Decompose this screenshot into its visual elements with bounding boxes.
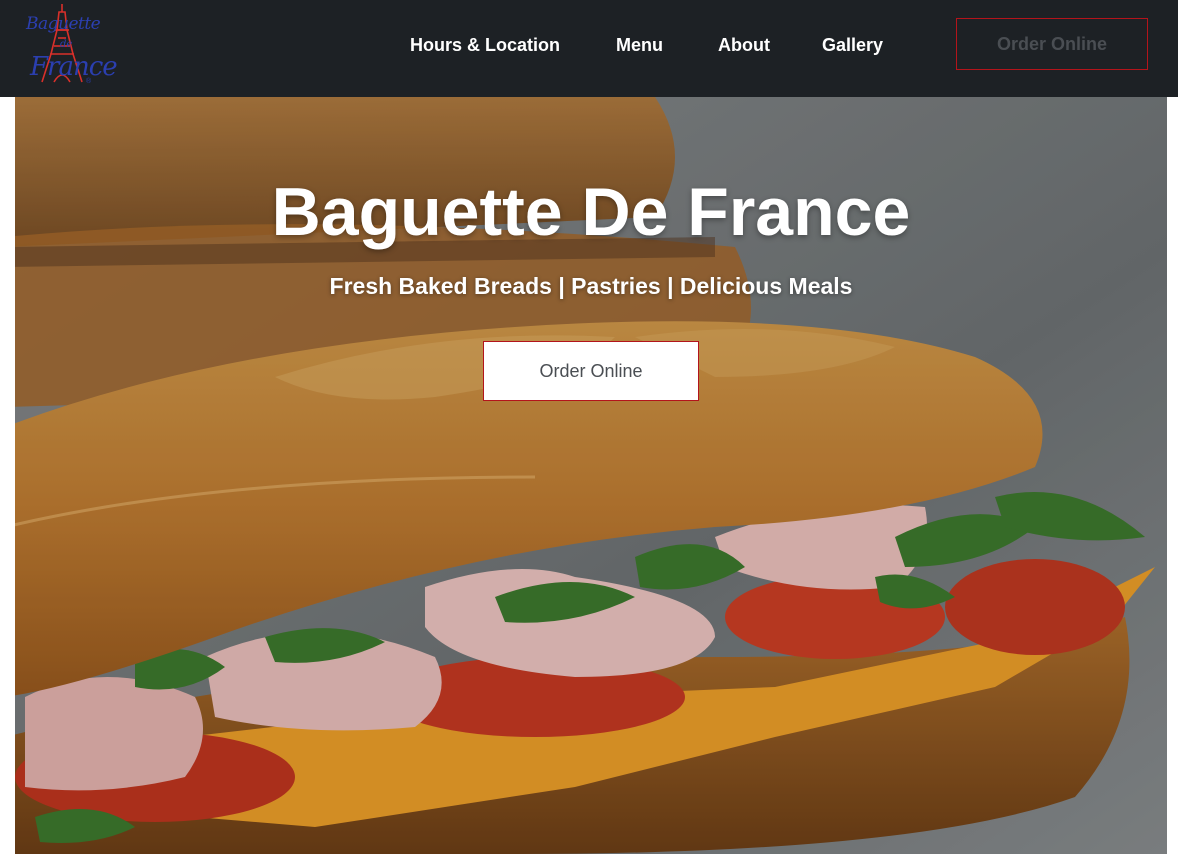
nav-link-gallery[interactable]: Gallery bbox=[822, 35, 883, 56]
main-nav: Hours & Location Menu About Gallery bbox=[0, 0, 900, 97]
nav-link-menu[interactable]: Menu bbox=[616, 35, 663, 56]
top-navbar: Baguette de France ® Hours & Location Me… bbox=[0, 0, 1178, 97]
nav-link-hours-location[interactable]: Hours & Location bbox=[410, 35, 560, 56]
hero-title: Baguette De France bbox=[271, 174, 911, 250]
nav-link-about[interactable]: About bbox=[718, 35, 770, 56]
nav-order-online-button[interactable]: Order Online bbox=[956, 18, 1148, 70]
hero-subtitle: Fresh Baked Breads | Pastries | Deliciou… bbox=[329, 273, 853, 299]
hero-order-online-button[interactable]: Order Online bbox=[483, 341, 699, 401]
hero-section: Baguette De France Fresh Baked Breads | … bbox=[15, 97, 1167, 854]
